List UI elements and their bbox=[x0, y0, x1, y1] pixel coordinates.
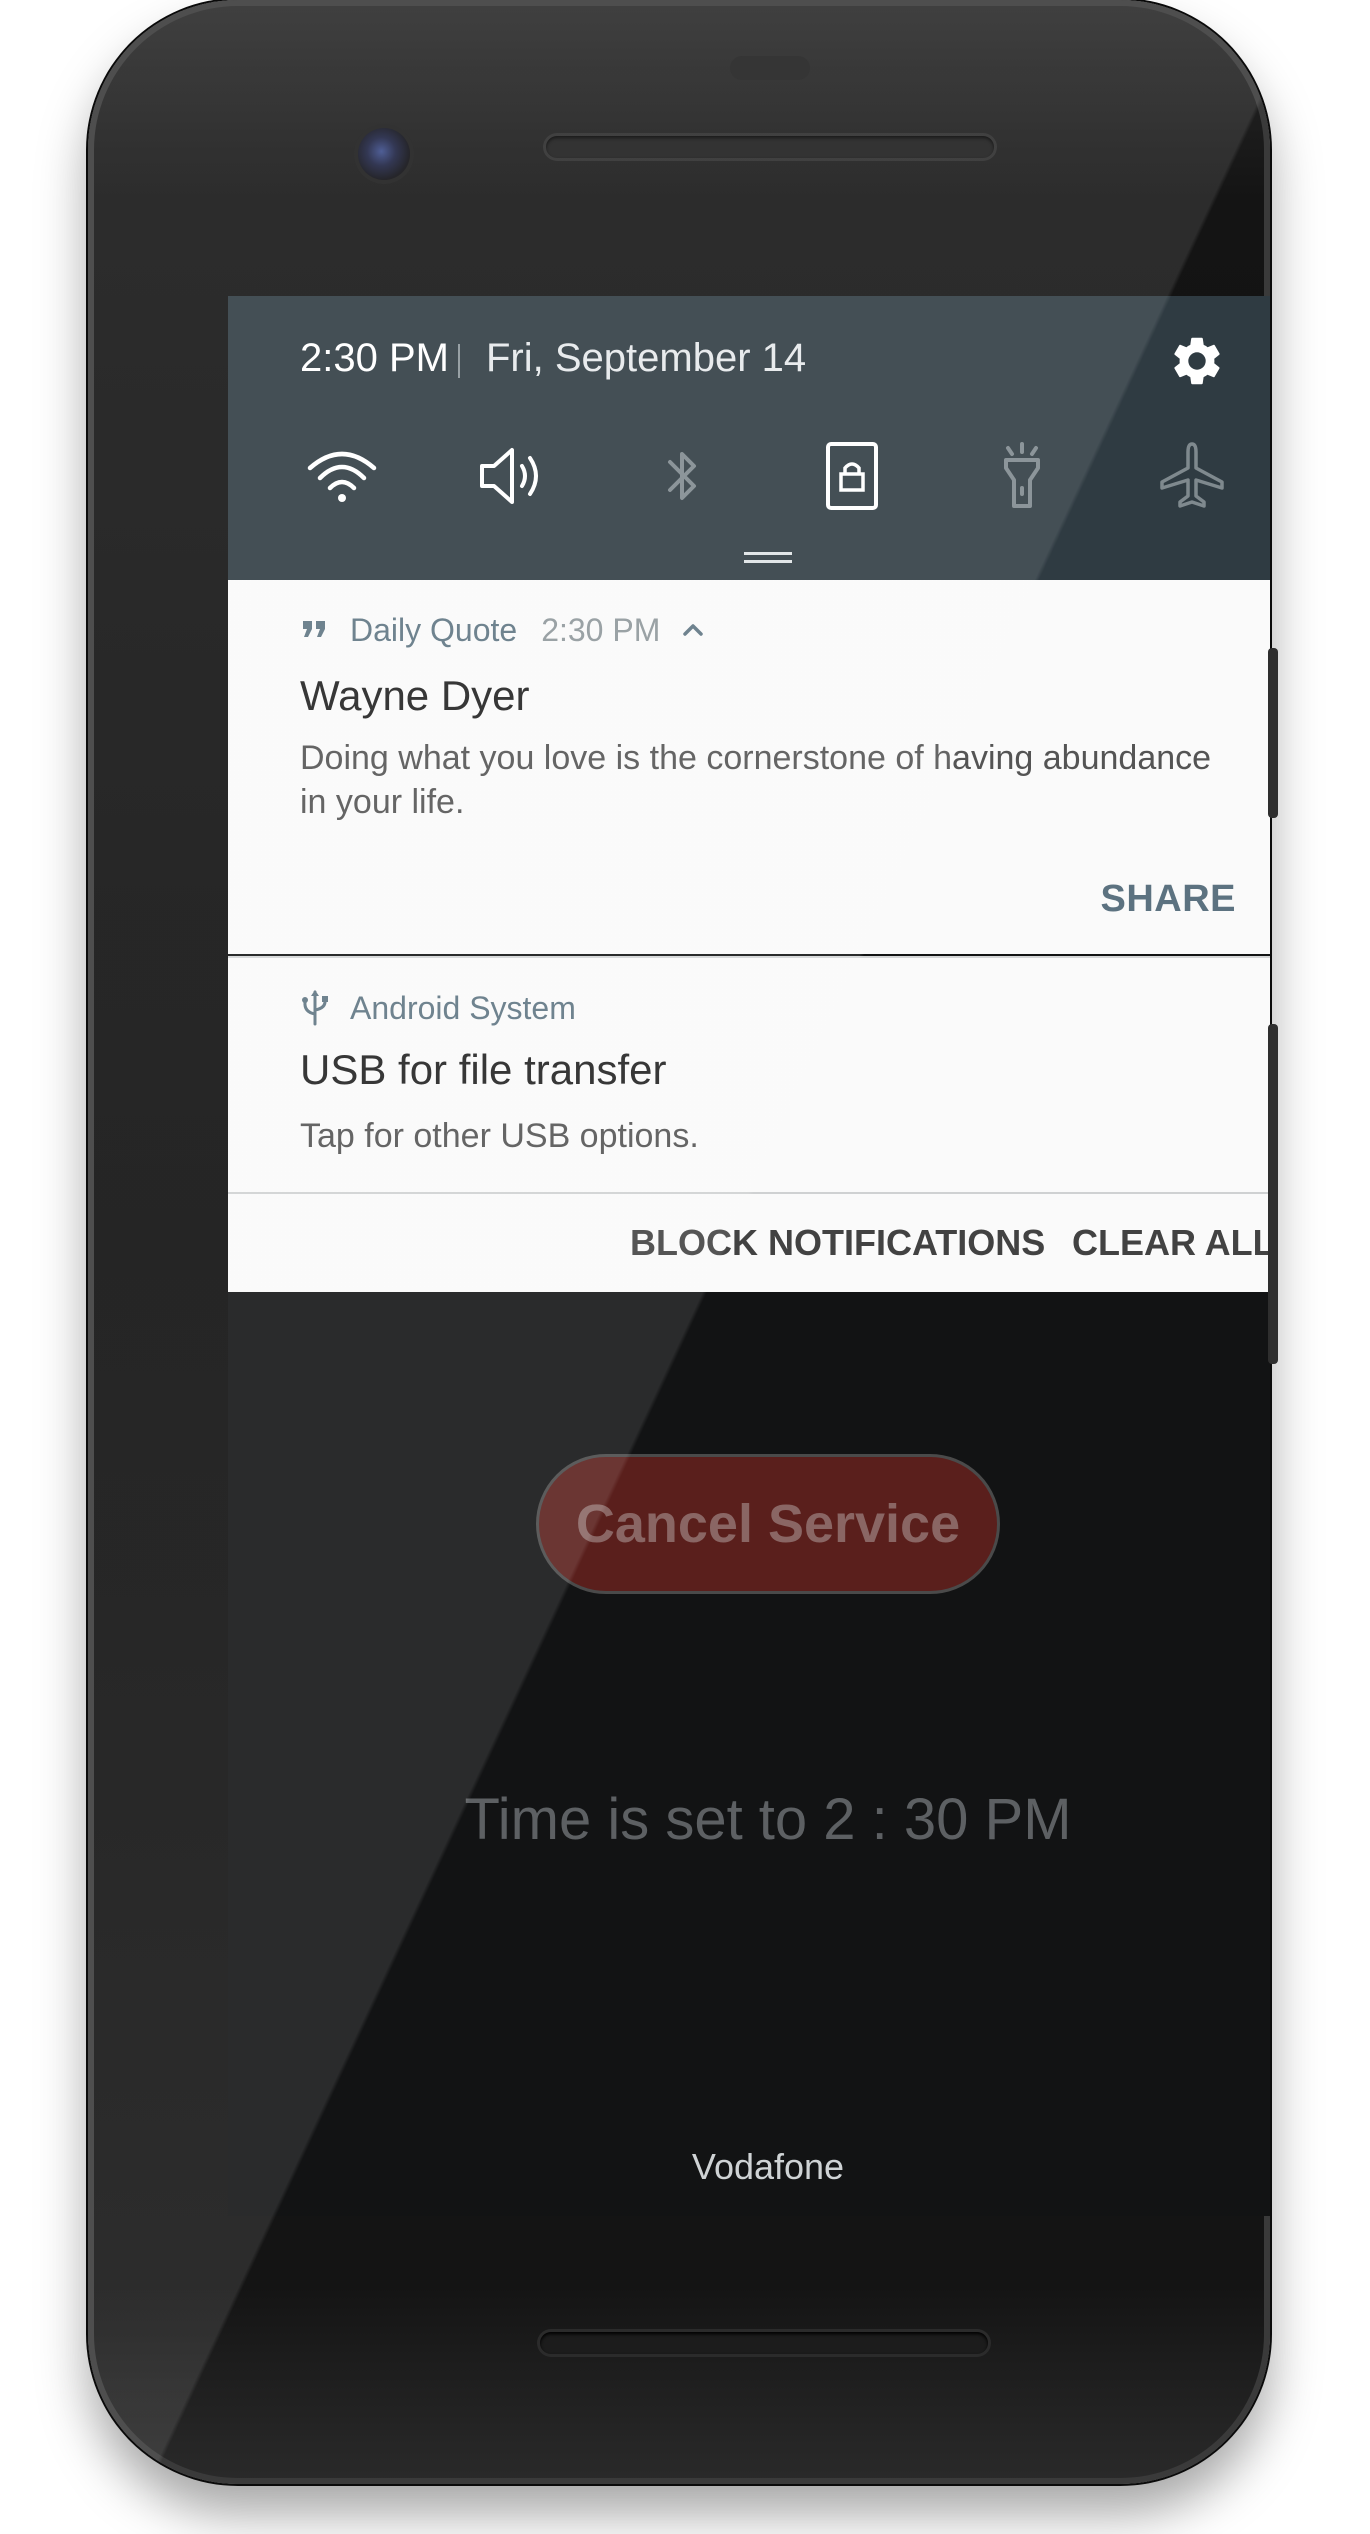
front-camera bbox=[358, 128, 410, 180]
clear-all-button[interactable]: CLEAR ALL bbox=[1072, 1222, 1270, 1264]
proximity-sensor bbox=[730, 56, 810, 80]
block-notifications-button[interactable]: BLOCK NOTIFICATIONS bbox=[630, 1222, 1045, 1264]
bottom-speaker bbox=[540, 2332, 988, 2354]
status-time: 2:30 PM bbox=[300, 336, 449, 380]
notification-header: Daily Quote 2:30 PM bbox=[300, 610, 708, 650]
notification-title: Wayne Dyer bbox=[300, 672, 530, 719]
quote-icon bbox=[303, 621, 325, 637]
app-name: Android System bbox=[350, 989, 576, 1026]
bluetooth-icon[interactable] bbox=[642, 436, 722, 516]
notification-text: Doing what you love is the cornerstone o… bbox=[300, 739, 1212, 821]
share-button[interactable]: SHARE bbox=[1100, 878, 1236, 921]
flashlight-icon[interactable] bbox=[982, 436, 1062, 516]
notification-time: 2:30 PM bbox=[541, 611, 661, 648]
earpiece-speaker bbox=[546, 136, 994, 158]
quick-settings-panel: 2:30 PM Fri, September 14 bbox=[228, 296, 1270, 580]
time-date-separator bbox=[458, 344, 460, 378]
airplane-icon[interactable] bbox=[1152, 436, 1232, 516]
notification-daily-quote[interactable]: Daily Quote 2:30 PM Wayne Dyer Doing wha… bbox=[228, 580, 1270, 954]
notification-usb[interactable]: Android System USB for file transfer Tap… bbox=[228, 956, 1270, 1192]
status-date: Fri, September 14 bbox=[486, 336, 807, 380]
notification-footer: BLOCK NOTIFICATIONS CLEAR ALL bbox=[228, 1192, 1270, 1292]
screen-lock-icon[interactable] bbox=[812, 436, 892, 516]
notification-text: Tap for other USB options. bbox=[300, 1117, 699, 1155]
cancel-service-button[interactable]: Cancel Service bbox=[536, 1454, 1000, 1594]
screen: 2:30 PM Fri, September 14 Daily Quote 2:… bbox=[228, 296, 1270, 2216]
wifi-icon[interactable] bbox=[302, 436, 382, 516]
gear-icon[interactable] bbox=[1168, 332, 1226, 390]
volume-rocker[interactable] bbox=[1268, 1024, 1278, 1364]
power-button[interactable] bbox=[1268, 648, 1278, 818]
time-set-label: Time is set to 2 : 30 PM bbox=[464, 1787, 1072, 1852]
notification-header: Android System bbox=[300, 988, 576, 1028]
panel-drag-handle[interactable] bbox=[744, 552, 792, 564]
notification-title: USB for file transfer bbox=[300, 1046, 667, 1093]
carrier-label: Vodafone bbox=[691, 2146, 845, 2187]
app-name: Daily Quote bbox=[350, 611, 518, 648]
usb-icon bbox=[302, 990, 328, 1026]
volume-icon[interactable] bbox=[472, 436, 552, 516]
chevron-up-icon[interactable] bbox=[678, 615, 708, 645]
phone-frame: 2:30 PM Fri, September 14 Daily Quote 2:… bbox=[88, 0, 1270, 2484]
